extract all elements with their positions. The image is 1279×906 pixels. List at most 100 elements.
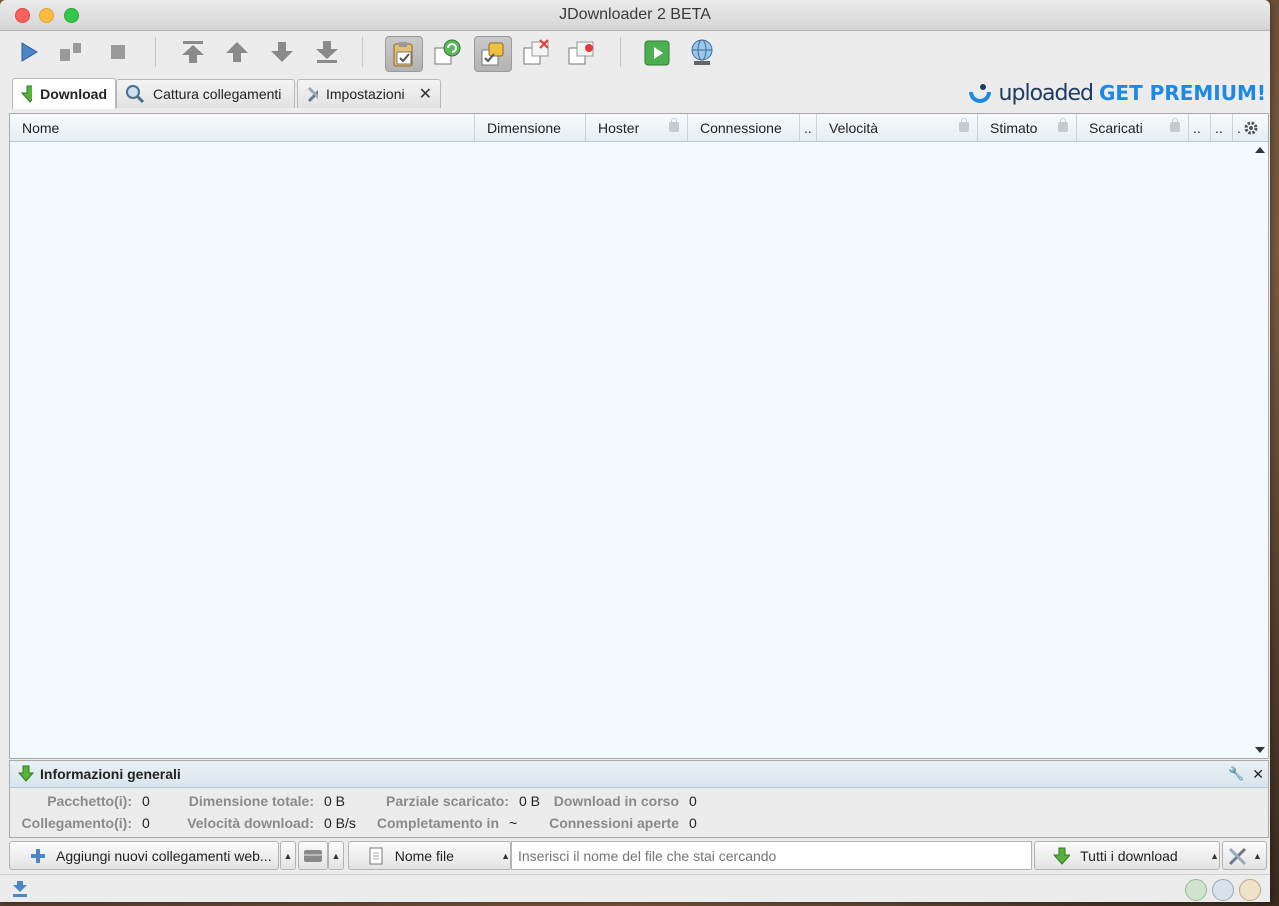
settings-tools-icon [307, 86, 318, 103]
column-header-scaricati[interactable]: Scaricati [1077, 114, 1189, 141]
download-filter-selector[interactable]: Tutti i download ▲ [1034, 841, 1220, 870]
arrow-top-icon [182, 41, 204, 63]
scroll-down-icon[interactable] [1255, 747, 1265, 753]
download-speed-value: 0 B/s [324, 815, 356, 831]
column-header-connessione[interactable]: Connessione [688, 114, 800, 141]
running-downloads-value: 0 [689, 793, 697, 809]
silent-icon [523, 39, 549, 65]
linkgrabber-status-icon[interactable] [1212, 879, 1234, 901]
title-bar: JDownloader 2 BETA [0, 0, 1270, 31]
move-bottom-button[interactable] [312, 37, 342, 67]
move-down-button[interactable] [267, 37, 297, 67]
column-header-nome[interactable]: Nome [10, 114, 475, 141]
close-panel-icon[interactable]: ✕ [1252, 766, 1264, 783]
column-header-hoster[interactable]: Hoster [586, 114, 688, 141]
partial-downloaded-value: 0 B [519, 793, 541, 809]
search-field-selector[interactable]: Nome file ▲ [348, 841, 511, 870]
play-icon [21, 42, 38, 62]
clipboard-icon [393, 42, 413, 67]
stop-icon [111, 45, 125, 59]
linkgrabber-icon [126, 85, 145, 104]
clipboard-status-icon[interactable] [1239, 879, 1261, 901]
column-header-stimato[interactable]: Stimato [978, 114, 1077, 141]
move-top-button[interactable] [178, 37, 208, 67]
gear-icon[interactable] [1243, 120, 1259, 136]
start-downloads-button[interactable] [14, 37, 44, 67]
column-header-collapsed[interactable]: .. [1189, 114, 1211, 141]
tab-settings[interactable]: Impostazioni ✕ [297, 79, 441, 108]
column-header-dimensione[interactable]: Dimensione [475, 114, 586, 141]
column-header-collapsed[interactable]: .. [800, 114, 817, 141]
window-title: JDownloader 2 BETA [559, 6, 711, 23]
shutdown-icon [568, 41, 594, 65]
links-label: Collegamento(i): [21, 815, 132, 831]
triangle-up-icon: ▲ [331, 850, 341, 861]
update-button[interactable] [643, 37, 673, 67]
move-up-button[interactable] [222, 37, 252, 67]
add-links-label: Aggiungi nuovi collegamenti web... [56, 847, 272, 864]
plus-icon [31, 848, 45, 863]
scroll-up-icon[interactable] [1255, 147, 1265, 153]
open-connections-value: 0 [689, 815, 697, 831]
add-links-button[interactable]: Aggiungi nuovi collegamenti web... [9, 841, 279, 870]
arrow-up-icon [226, 42, 248, 62]
premium-toggle[interactable] [474, 36, 512, 72]
column-header-velocita[interactable]: Velocità [817, 114, 978, 141]
search-input[interactable] [511, 841, 1032, 870]
wrench-icon[interactable]: 🔧 [1228, 766, 1244, 783]
downloads-table: Nome Dimensione Hoster Connessione .. Ve… [9, 113, 1269, 759]
tab-linkgrabber[interactable]: Cattura collegamenti [116, 79, 295, 108]
info-row-2: Collegamento(i): 0 Velocità download: 0 … [10, 813, 709, 833]
partial-downloaded-label: Parziale scaricato: [386, 793, 509, 809]
download-filter-label: Tutti i download [1080, 847, 1178, 864]
update-status-icon[interactable] [1185, 879, 1207, 901]
get-premium-link[interactable]: GET PREMIUM! [1099, 81, 1266, 105]
package-menu-button[interactable] [298, 841, 328, 870]
open-connections-label: Connessioni aperte [549, 815, 679, 831]
tab-settings-label: Impostazioni [326, 86, 405, 102]
app-window: JDownloader 2 BETA Download Cattura coll… [0, 0, 1270, 902]
general-info-panel: Informazioni generali 🔧 ✕ Pacchetto(i): … [9, 760, 1269, 838]
auto-reconnect-toggle[interactable] [433, 37, 463, 67]
triangle-up-icon: ▲ [1210, 850, 1219, 861]
clipboard-observer-toggle[interactable] [385, 36, 423, 72]
bottom-bar: Aggiungi nuovi collegamenti web... ▲ ▲ N… [9, 841, 1267, 871]
tab-bar: Download Cattura collegamenti Impostazio… [0, 76, 1270, 110]
package-menu-dropdown[interactable]: ▲ [328, 841, 344, 870]
general-info-header: Informazioni generali 🔧 ✕ [10, 761, 1268, 788]
general-info-title: Informazioni generali [40, 766, 181, 782]
table-header: Nome Dimensione Hoster Connessione .. Ve… [10, 114, 1268, 142]
download-status-icon[interactable] [11, 880, 29, 898]
tab-linkgrabber-label: Cattura collegamenti [153, 86, 282, 102]
triangle-up-icon: ▲ [501, 850, 510, 861]
vertical-scrollbar[interactable] [1254, 142, 1268, 758]
globe-icon [691, 39, 713, 65]
column-header-collapsed[interactable]: .. [1211, 114, 1233, 141]
uploaded-logo-icon [968, 84, 991, 103]
lock-icon [1170, 118, 1180, 132]
pause-downloads-button[interactable] [56, 37, 86, 67]
eta-value: ~ [509, 815, 518, 831]
add-links-dropdown[interactable]: ▲ [280, 841, 296, 870]
links-value: 0 [142, 815, 150, 831]
tab-download[interactable]: Download [12, 78, 116, 109]
reconnect-now-button[interactable] [688, 37, 718, 67]
toolbar-separator [362, 37, 363, 67]
download-arrow-icon [21, 85, 33, 103]
lock-icon [669, 118, 679, 132]
packages-value: 0 [142, 793, 150, 809]
quick-settings-button[interactable]: ▲ [1222, 841, 1267, 870]
info-row-1: Pacchetto(i): 0 Dimensione totale: 0 B P… [10, 791, 709, 811]
arrow-bottom-icon [316, 41, 338, 63]
close-tab-icon[interactable]: ✕ [419, 84, 432, 104]
pause-icon [60, 43, 81, 61]
lock-icon [959, 118, 969, 132]
running-downloads-label: Download in corso [553, 793, 679, 809]
file-icon [369, 847, 383, 864]
shutdown-button[interactable] [567, 37, 597, 67]
download-arrow-icon [18, 765, 34, 782]
column-settings-header[interactable]: . [1233, 114, 1268, 141]
silent-mode-button[interactable] [522, 37, 552, 67]
premium-banner[interactable]: uploaded GET PREMIUM! [967, 80, 1266, 106]
stop-downloads-button[interactable] [103, 37, 133, 67]
